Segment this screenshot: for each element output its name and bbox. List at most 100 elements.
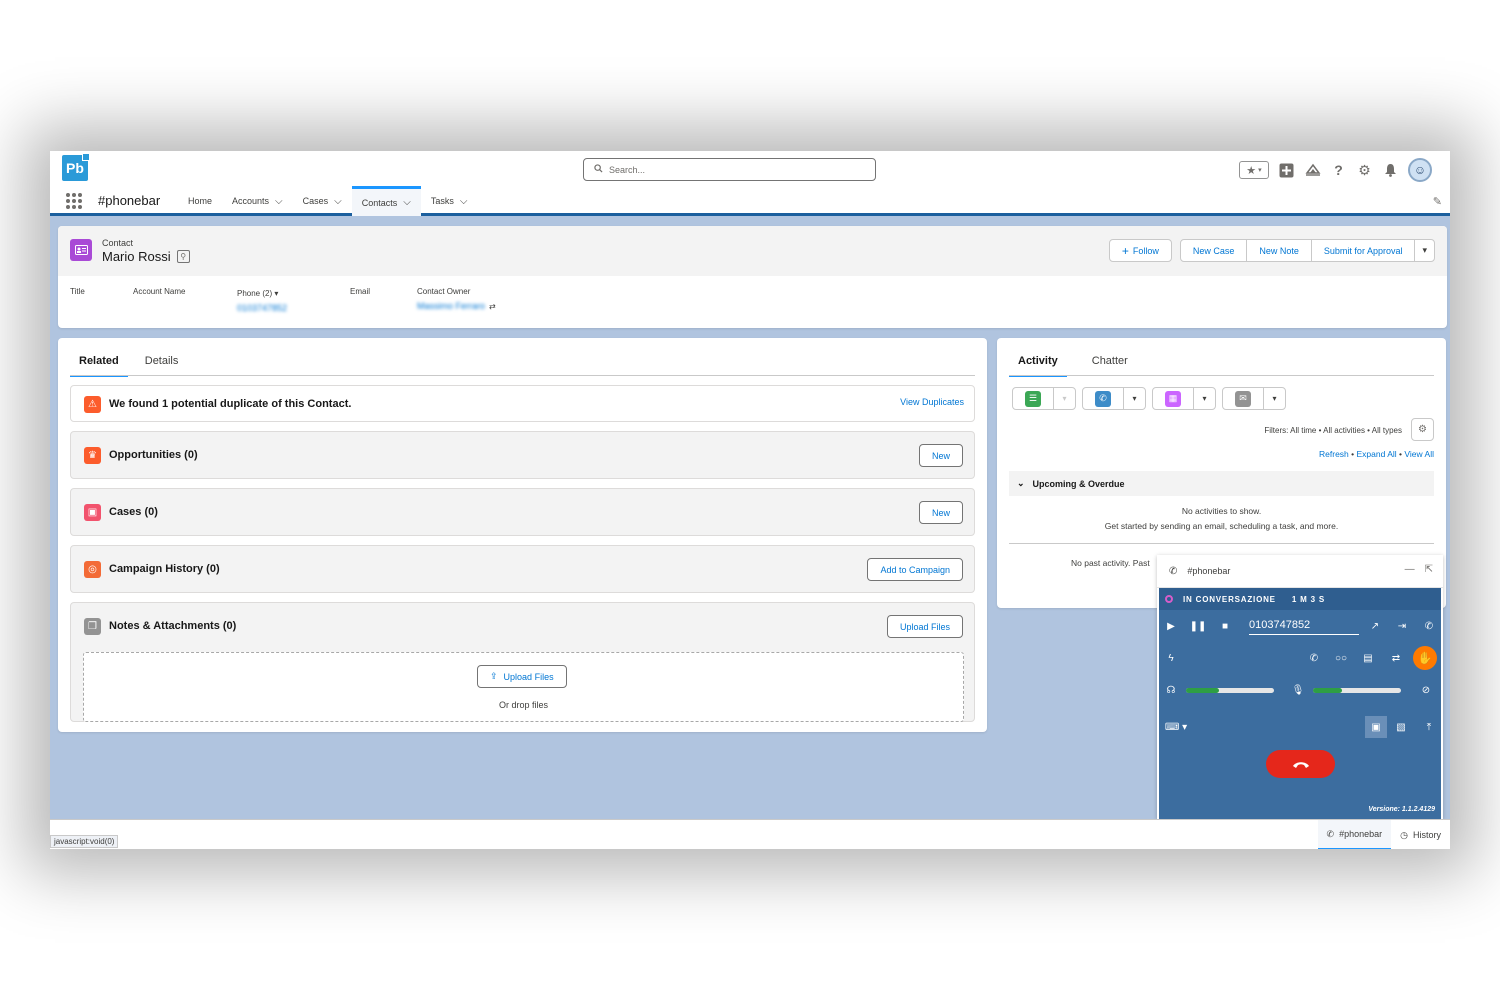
- utility-history-item[interactable]: ◷ History: [1391, 820, 1450, 849]
- new-case-related-button[interactable]: New: [918, 501, 963, 524]
- hierarchy-icon[interactable]: ⚲: [176, 250, 190, 263]
- log-call-button[interactable]: ✆ ▾: [1082, 387, 1146, 410]
- owner-value[interactable]: Massimo Ferraro: [417, 301, 485, 311]
- tab-details[interactable]: Details: [136, 349, 188, 377]
- call-number-display[interactable]: 0103747852: [1249, 619, 1359, 635]
- submit-for-approval-button[interactable]: Submit for Approval: [1310, 239, 1416, 262]
- filter-settings-gear-icon[interactable]: ⚙: [1411, 418, 1434, 441]
- nav-item-home[interactable]: Home: [178, 186, 222, 216]
- notes-icon[interactable]: ▤: [1359, 649, 1377, 667]
- help-icon[interactable]: ?: [1330, 162, 1347, 179]
- notifications-bell-icon[interactable]: [1382, 162, 1399, 179]
- expand-all-link[interactable]: Expand All: [1357, 449, 1397, 459]
- call-status-text: IN CONVERSAZIONE: [1183, 594, 1276, 604]
- chevron-down-icon[interactable]: ⌵: [403, 197, 411, 208]
- play-icon[interactable]: ▶: [1162, 617, 1180, 635]
- setup-gear-icon[interactable]: ⚙: [1356, 162, 1373, 179]
- task-dropdown-icon: ▾: [1053, 388, 1075, 409]
- new-opportunity-button[interactable]: New: [918, 444, 963, 467]
- stop-icon[interactable]: ■: [1216, 617, 1234, 635]
- view-duplicates-link[interactable]: View Duplicates: [900, 397, 964, 407]
- drop-files-text: Or drop files: [498, 700, 549, 710]
- related-panel: Related Details ⚠ We found 1 potential d…: [58, 338, 987, 732]
- keypad-dropdown-icon[interactable]: ⌨ ▾: [1162, 718, 1190, 736]
- trailhead-icon[interactable]: [1304, 162, 1321, 179]
- chevron-down-icon[interactable]: ⌵: [275, 196, 283, 207]
- swap-icon[interactable]: ⇄: [1387, 649, 1405, 667]
- follow-button[interactable]: + Follow: [1108, 239, 1172, 262]
- new-note-button[interactable]: New Note: [1246, 239, 1312, 262]
- favorites-star-icon[interactable]: ★ ▾: [1239, 161, 1269, 179]
- flash-icon[interactable]: ϟ: [1162, 649, 1180, 667]
- no-past-activity-text: No past activity. Past: [1071, 558, 1150, 568]
- tab-activity[interactable]: Activity: [1009, 349, 1067, 377]
- more-actions-chevron-icon[interactable]: ▾: [1414, 239, 1435, 262]
- edit-nav-pencil-icon[interactable]: ✎: [1433, 195, 1442, 208]
- upload-files-header-button[interactable]: Upload Files: [886, 615, 963, 638]
- hangup-button[interactable]: [1266, 750, 1335, 778]
- tab-chatter[interactable]: Chatter: [1083, 349, 1137, 377]
- phone-handset-icon: ✆: [1169, 565, 1178, 577]
- add-to-campaign-button[interactable]: Add to Campaign: [867, 558, 963, 581]
- screen-toggle-icon[interactable]: ▣: [1365, 716, 1387, 738]
- chevron-down-icon: ⌄: [1017, 478, 1025, 488]
- call-dropdown-icon[interactable]: ▾: [1123, 388, 1145, 409]
- email-button[interactable]: ✉ ▾: [1222, 387, 1286, 410]
- collapse-up-icon[interactable]: ⤒: [1420, 718, 1438, 736]
- phone-dropdown-icon[interactable]: ▾: [274, 289, 278, 298]
- chevron-down-icon[interactable]: ⌵: [460, 196, 468, 207]
- voicemail-icon[interactable]: ○○: [1332, 649, 1350, 667]
- email-dropdown-icon[interactable]: ▾: [1263, 388, 1285, 409]
- app-launcher-icon[interactable]: [66, 193, 82, 209]
- mute-mic-icon[interactable]: ⊘: [1417, 681, 1435, 699]
- call-transfer-icon[interactable]: ✆: [1420, 617, 1438, 635]
- speaker-volume-slider[interactable]: [1186, 688, 1274, 693]
- event-dropdown-icon[interactable]: ▾: [1193, 388, 1215, 409]
- popout-icon[interactable]: ⇱: [1425, 564, 1433, 575]
- chevron-down-icon[interactable]: ⌵: [334, 196, 342, 207]
- headset-icon: ☊: [1166, 684, 1176, 696]
- field-title: Title: [70, 287, 85, 296]
- utility-bar: javascript:void(0) ✆ #phonebar ◷ History: [50, 819, 1450, 849]
- upcoming-overdue-section[interactable]: ⌄ Upcoming & Overdue: [1009, 471, 1434, 496]
- tab-related[interactable]: Related: [70, 349, 128, 377]
- event-calendar-icon: ▦: [1165, 390, 1181, 407]
- nav-item-accounts[interactable]: Accounts ⌵: [222, 186, 293, 216]
- mic-volume-slider[interactable]: [1313, 688, 1401, 693]
- user-avatar[interactable]: ☺: [1408, 158, 1432, 182]
- header-icons: ★ ▾ ? ⚙ ☺: [1239, 158, 1432, 182]
- version-label: Versione: 1.1.2.4129: [1368, 806, 1435, 813]
- search-icon: [594, 164, 603, 175]
- new-case-button[interactable]: New Case: [1179, 239, 1248, 262]
- action-button-group: New Case New Note Submit for Approval ▾: [1179, 239, 1435, 262]
- new-task-button[interactable]: ☰ ▾: [1012, 387, 1076, 410]
- minimize-icon[interactable]: —: [1405, 564, 1415, 575]
- upload-files-button[interactable]: ⇪ Upload Files: [477, 665, 567, 688]
- change-owner-icon[interactable]: ⇄: [489, 302, 496, 311]
- record-highlights-panel: Contact Mario Rossi ⚲ + Follow New Case …: [58, 226, 1447, 328]
- file-dropzone[interactable]: ⇪ Upload Files Or drop files: [83, 652, 964, 722]
- refresh-link[interactable]: Refresh: [1319, 449, 1349, 459]
- hangup-small-icon[interactable]: ✆: [1305, 649, 1323, 667]
- forward-icon[interactable]: ⇥: [1393, 617, 1411, 635]
- nav-item-cases[interactable]: Cases ⌵: [293, 186, 352, 216]
- record-title: Mario Rossi: [102, 249, 171, 264]
- activity-filters-text: Filters: All time • All activities • All…: [1264, 426, 1402, 435]
- new-event-button[interactable]: ▦ ▾: [1152, 387, 1216, 410]
- related-list-opportunities: ♛ Opportunities (0) New: [70, 431, 975, 479]
- global-actions-plus-icon[interactable]: [1278, 162, 1295, 179]
- pause-icon[interactable]: ❚❚: [1189, 617, 1207, 635]
- contact-book-icon[interactable]: ▧: [1392, 718, 1410, 736]
- nav-item-tasks[interactable]: Tasks ⌵: [421, 186, 478, 216]
- browser-status-url: javascript:void(0): [50, 835, 119, 848]
- transfer-arrow-icon[interactable]: ↗: [1366, 617, 1384, 635]
- record-object-label: Contact: [102, 238, 134, 248]
- view-all-link[interactable]: View All: [1404, 449, 1434, 459]
- global-search-input[interactable]: Search...: [583, 158, 876, 181]
- plus-icon: +: [1121, 243, 1129, 258]
- nav-item-contacts[interactable]: Contacts ⌵: [351, 186, 421, 216]
- utility-phonebar-item[interactable]: ✆ #phonebar: [1317, 820, 1392, 849]
- field-contact-owner: Contact Owner Massimo Ferraro ⇄: [417, 287, 496, 311]
- hand-raise-icon[interactable]: ✋: [1413, 646, 1437, 670]
- phone-value[interactable]: 0103747852: [237, 303, 350, 313]
